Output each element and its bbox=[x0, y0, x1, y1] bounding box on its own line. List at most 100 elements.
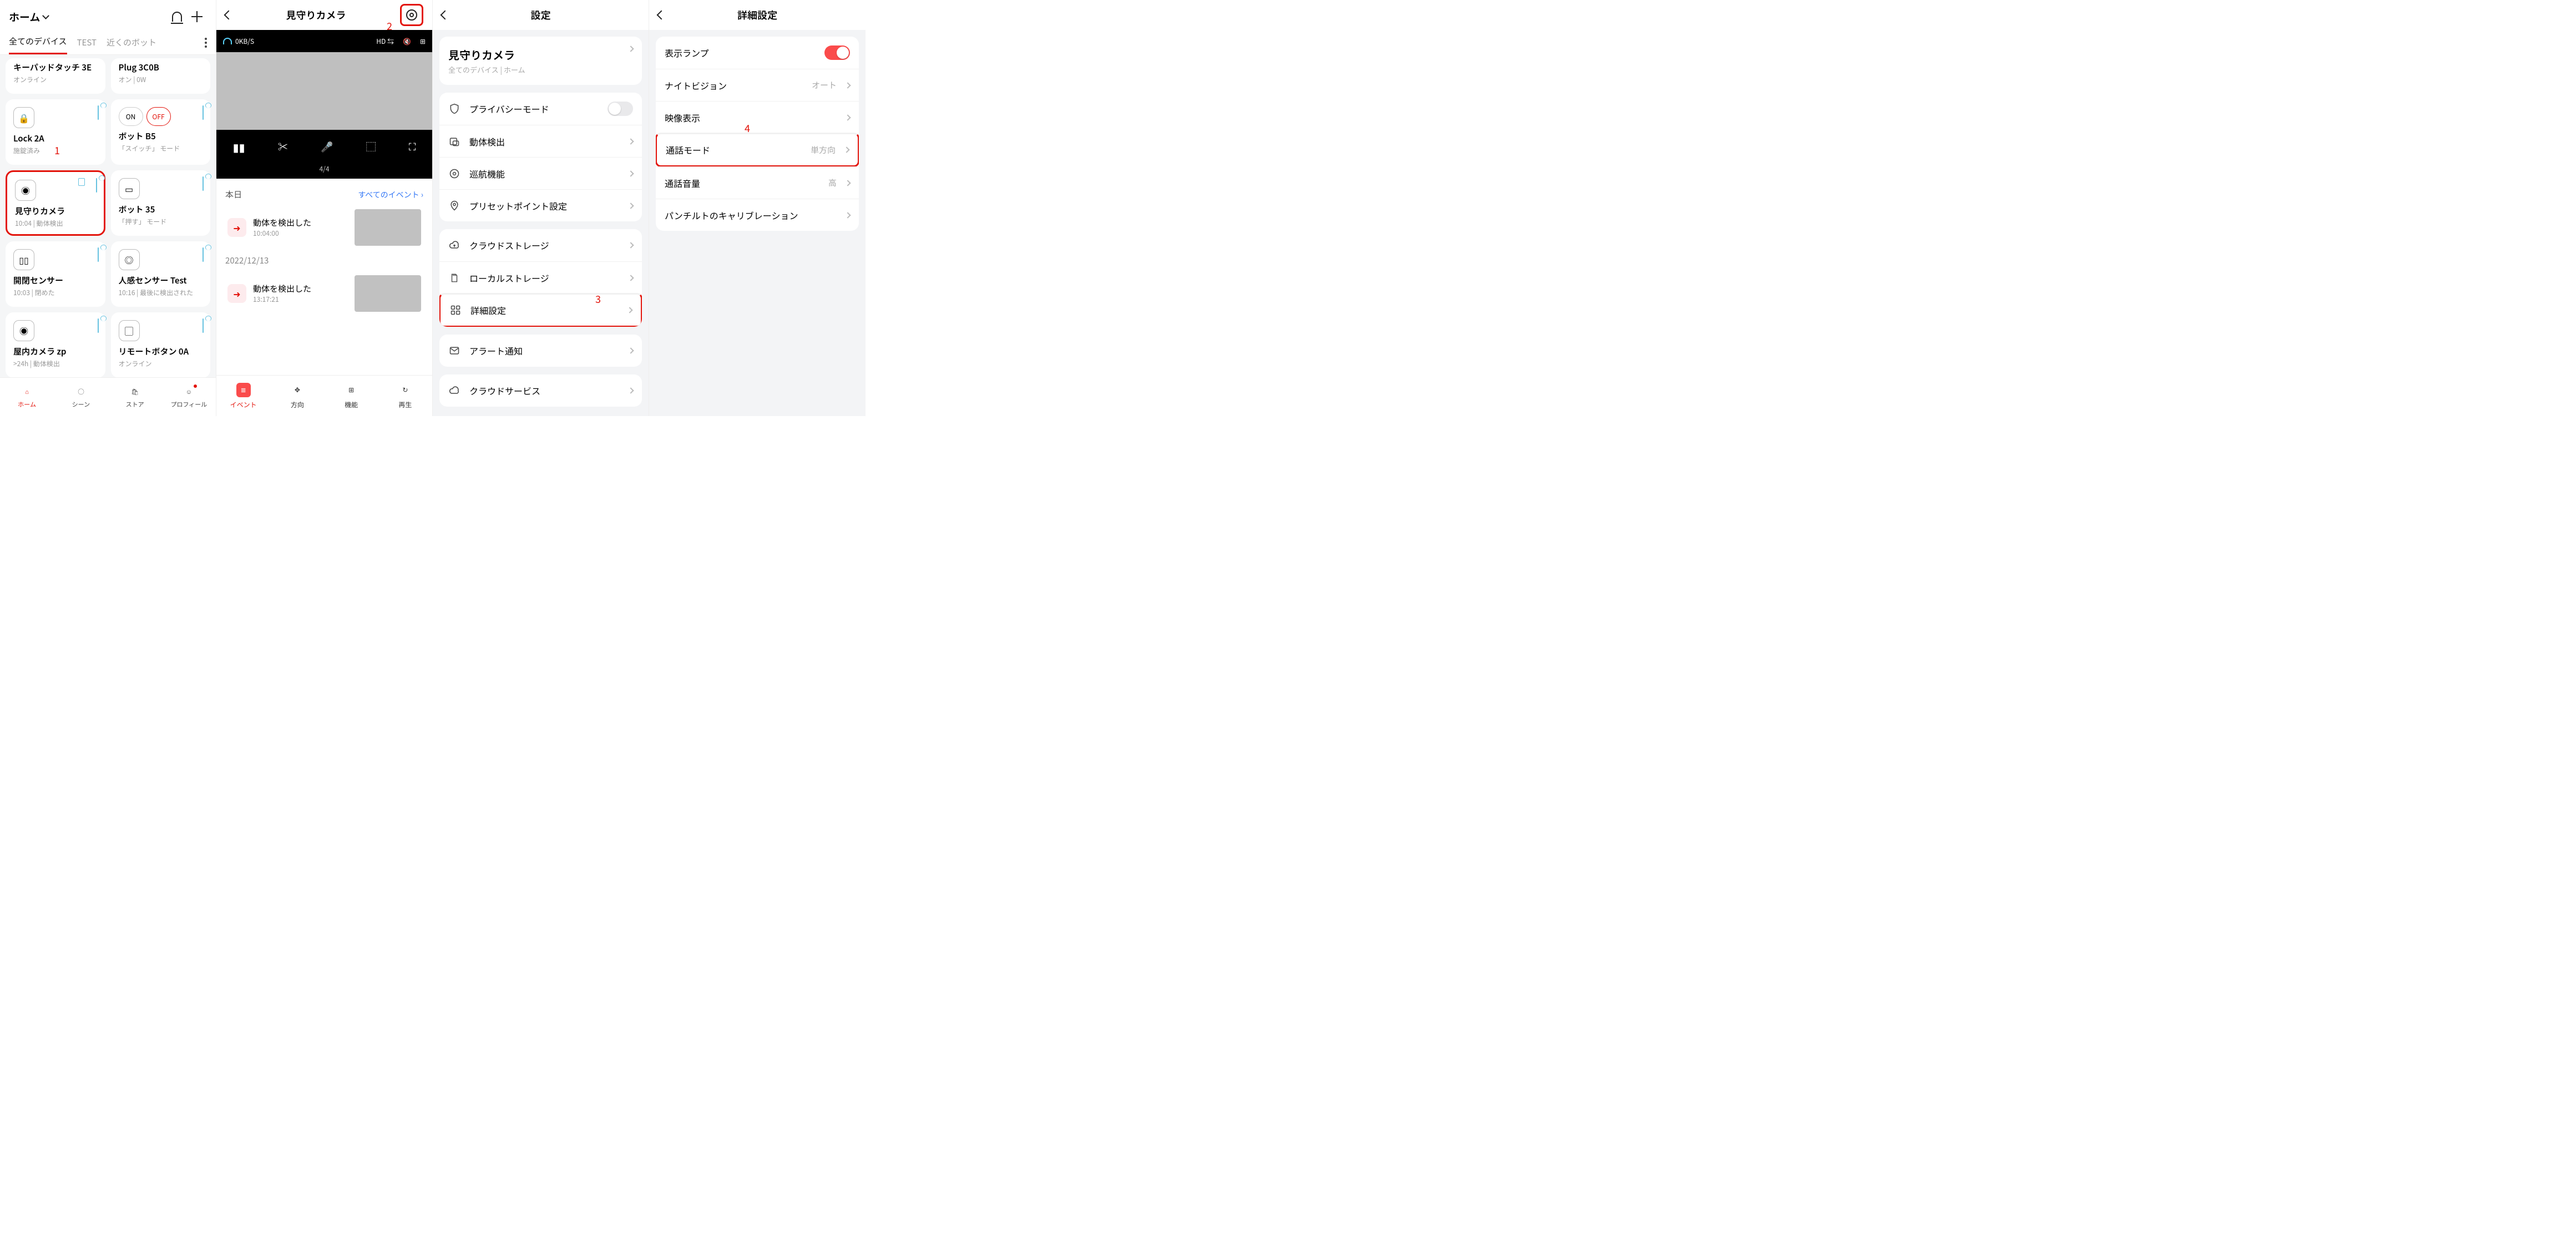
tab-home[interactable]: ⌂ホーム bbox=[0, 378, 54, 416]
row-motion-detection[interactable]: 動体検出 bbox=[439, 125, 642, 157]
settings-button[interactable] bbox=[400, 4, 423, 26]
more-menu-button[interactable] bbox=[205, 38, 207, 48]
device-grid[interactable]: キーパッドタッチ 3E オンライン Plug 3C0B オン | 0W 🔒 Lo… bbox=[0, 55, 216, 377]
cloud-icon bbox=[203, 106, 204, 119]
annotation-4: 4 bbox=[745, 121, 750, 135]
privacy-toggle[interactable] bbox=[608, 102, 633, 116]
advanced-header: 詳細設定 bbox=[649, 0, 866, 30]
bottom-tabbar: ⌂ホーム ◯シーン 🛍ストア ☺プロフィール bbox=[0, 377, 216, 416]
row-preset-point[interactable]: プリセットポイント設定 bbox=[439, 189, 642, 221]
chevron-right-icon bbox=[627, 387, 634, 393]
tab-all-devices[interactable]: 全てのデバイス bbox=[9, 31, 67, 54]
bot-on-button[interactable]: ON bbox=[119, 107, 143, 126]
card-mimamori-camera[interactable]: ◉ 見守りカメラ 10:04 | 動体検出 bbox=[6, 170, 105, 236]
tab-function[interactable]: ⊞機能 bbox=[325, 376, 378, 416]
night-vision-value: オート bbox=[812, 79, 837, 91]
mic-button[interactable]: 🎤 bbox=[321, 139, 333, 154]
row-video-display[interactable]: 映像表示 bbox=[656, 101, 859, 133]
card-motion-sensor[interactable]: ◎ 人感センサー Test 10:16 | 最後に検出された bbox=[111, 241, 211, 307]
row-device-info[interactable]: 見守りカメラ 全てのデバイス | ホーム bbox=[439, 37, 642, 85]
annotation-1: 1 bbox=[54, 143, 60, 158]
tab-scene[interactable]: ◯シーン bbox=[54, 378, 108, 416]
card-indoor-cam[interactable]: ◉ 屋内カメラ zp >24h | 動体検出 bbox=[6, 312, 105, 377]
back-button[interactable] bbox=[441, 11, 450, 20]
tab-replay[interactable]: ↻再生 bbox=[378, 376, 432, 416]
row-cloud-service[interactable]: クラウドサービス bbox=[439, 374, 642, 407]
sd-icon bbox=[78, 178, 85, 186]
mute-icon[interactable]: 🔇 bbox=[403, 37, 411, 46]
row-call-volume[interactable]: 通話音量 高 bbox=[656, 166, 859, 199]
video-status-bar: 0KB/S HD ⇆ 🔇 ⊞ bbox=[216, 30, 432, 52]
card-bot-35[interactable]: ▭ ボット 35 「押す」 モード bbox=[111, 170, 211, 236]
cloud-icon bbox=[98, 248, 99, 261]
video-feed[interactable] bbox=[216, 52, 432, 130]
row-pantilt-calibration[interactable]: パンチルトのキャリブレーション bbox=[656, 199, 859, 231]
row-alert-notification[interactable]: アラート通知 bbox=[439, 335, 642, 367]
cloud-icon bbox=[98, 106, 99, 119]
camera-icon: ◉ bbox=[13, 320, 34, 341]
card-contact-sensor[interactable]: ▯▯ 開閉センサー 10:03 | 閉めた bbox=[6, 241, 105, 307]
row-local-storage[interactable]: ローカルストレージ bbox=[439, 261, 642, 293]
advanced-body[interactable]: 表示ランプ ナイトビジョン オート 映像表示 通話モード 単方向 通話音量 高 bbox=[649, 30, 866, 416]
tab-store[interactable]: 🛍ストア bbox=[108, 378, 162, 416]
pin-icon bbox=[448, 200, 460, 211]
tab-direction[interactable]: ✥方向 bbox=[270, 376, 324, 416]
cloud-icon bbox=[96, 179, 97, 192]
plus-icon bbox=[191, 11, 203, 22]
chevron-right-icon bbox=[627, 275, 634, 281]
bot-off-button[interactable]: OFF bbox=[146, 107, 171, 126]
tab-event[interactable]: ≣イベント bbox=[216, 376, 270, 416]
hd-toggle[interactable]: HD ⇆ bbox=[376, 37, 394, 46]
card-status: >24h | 動体検出 bbox=[13, 359, 98, 368]
profile-icon: ☺ bbox=[183, 386, 195, 398]
row-advanced-settings[interactable]: 詳細設定 bbox=[439, 293, 642, 327]
row-cloud-storage[interactable]: クラウドストレージ bbox=[439, 229, 642, 261]
card-plug[interactable]: Plug 3C0B オン | 0W bbox=[111, 58, 211, 94]
fullscreen-button[interactable]: ⛶ bbox=[409, 139, 416, 154]
screenshot-button[interactable]: ✂ bbox=[278, 139, 288, 154]
tab-profile[interactable]: ☺プロフィール bbox=[162, 378, 216, 416]
mail-icon bbox=[448, 345, 460, 356]
lamp-toggle[interactable] bbox=[824, 45, 850, 60]
device-tabs: 全てのデバイス TEST 近くのボット bbox=[0, 31, 216, 55]
row-privacy-mode[interactable]: プライバシーモード bbox=[439, 93, 642, 125]
settings-body[interactable]: 見守りカメラ 全てのデバイス | ホーム プライバシーモード 動体検出 巡航機能 bbox=[433, 30, 649, 416]
event-title: 動体を検出した bbox=[253, 283, 311, 295]
notifications-button[interactable] bbox=[167, 7, 187, 27]
all-events-link[interactable]: すべてのイベント › bbox=[358, 189, 423, 200]
event-item[interactable]: ➜ 動体を検出した 10:04:00 bbox=[225, 205, 423, 250]
tab-nearby[interactable]: 近くのボット bbox=[107, 32, 156, 54]
card-name: Plug 3C0B bbox=[119, 62, 203, 73]
event-thumbnail bbox=[355, 275, 421, 312]
card-bot-b5[interactable]: ON OFF ボット B5 「スイッチ」 モード bbox=[111, 99, 211, 165]
shield-icon bbox=[448, 103, 460, 114]
store-icon: 🛍 bbox=[129, 386, 141, 398]
camera-tabbar: ≣イベント ✥方向 ⊞機能 ↻再生 bbox=[216, 375, 432, 416]
card-status: 「スイッチ」 モード bbox=[119, 144, 203, 153]
row-night-vision[interactable]: ナイトビジョン オート bbox=[656, 69, 859, 101]
record-button[interactable]: ⬚ bbox=[366, 139, 376, 154]
call-volume-value: 高 bbox=[828, 177, 837, 189]
chevron-right-icon bbox=[627, 45, 634, 52]
cloud-icon bbox=[98, 319, 99, 332]
event-item[interactable]: ➜ 動体を検出した 13:17:21 bbox=[225, 271, 423, 316]
wifi-icon bbox=[223, 38, 232, 44]
back-button[interactable] bbox=[224, 11, 234, 20]
pause-button[interactable]: ▮▮ bbox=[233, 139, 245, 155]
card-name: 屋内カメラ zp bbox=[13, 346, 98, 357]
row-call-mode[interactable]: 通話モード 単方向 bbox=[656, 133, 859, 167]
home-title[interactable]: ホーム bbox=[9, 9, 40, 24]
tab-test[interactable]: TEST bbox=[77, 32, 97, 54]
card-remote-button[interactable]: ▢ リモートボタン 0A オンライン bbox=[111, 312, 211, 377]
card-keypad-touch[interactable]: キーパッドタッチ 3E オンライン bbox=[6, 58, 105, 94]
card-status: オンライン bbox=[119, 359, 203, 368]
tab-label: シーン bbox=[72, 400, 90, 409]
add-button[interactable] bbox=[187, 7, 207, 27]
cloud-icon bbox=[448, 385, 460, 396]
screen-advanced-settings: 詳細設定 表示ランプ ナイトビジョン オート 映像表示 通話モード 単方向 bbox=[649, 0, 866, 416]
layout-icon[interactable]: ⊞ bbox=[420, 37, 426, 46]
back-button[interactable] bbox=[657, 11, 666, 20]
chevron-down-icon[interactable] bbox=[43, 12, 50, 19]
row-display-lamp[interactable]: 表示ランプ bbox=[656, 37, 859, 69]
row-patrol[interactable]: 巡航機能 bbox=[439, 157, 642, 189]
